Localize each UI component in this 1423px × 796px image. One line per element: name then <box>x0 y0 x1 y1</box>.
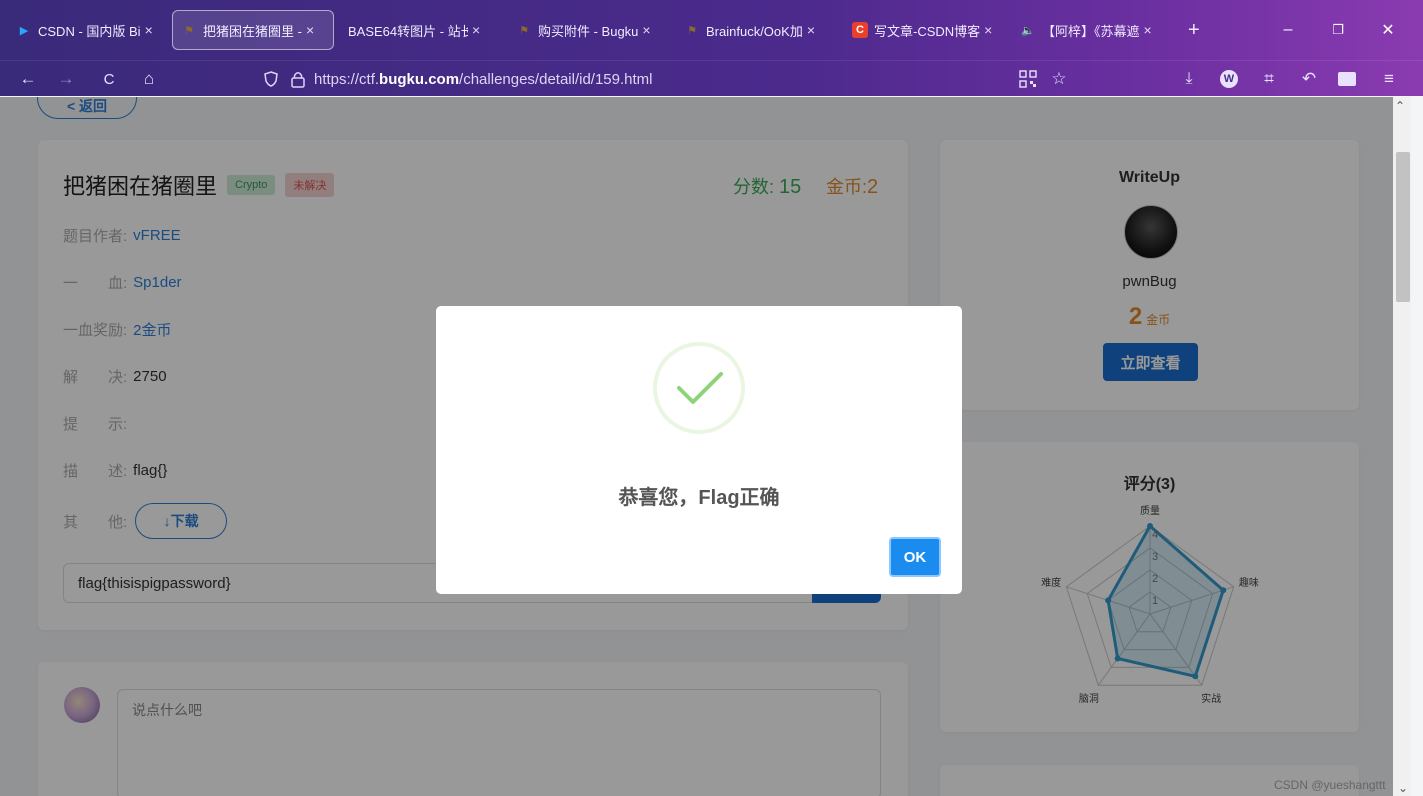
extension-w-icon[interactable]: W <box>1215 65 1243 93</box>
tab-label: 【阿梓】《苏幕遮 <box>1042 23 1140 39</box>
reload-icon[interactable]: C <box>95 65 123 93</box>
download-icon[interactable]: ⤓ <box>1175 65 1203 93</box>
flag-icon: ⚑ <box>184 24 194 37</box>
forward-arrow-icon[interactable]: → <box>52 65 80 93</box>
shield-icon[interactable] <box>262 70 280 88</box>
tab[interactable]: ⚑ 把猪困在猪圈里 - × <box>172 10 334 50</box>
tab-close-icon[interactable]: × <box>1144 22 1152 38</box>
scrollbar-thumb[interactable] <box>1396 152 1410 302</box>
qr-code-icon[interactable] <box>1019 70 1037 88</box>
tab-close-icon[interactable]: × <box>984 22 992 38</box>
tab-label: 购买附件 - Bugku <box>538 23 639 39</box>
flag-icon: ⚑ <box>687 24 697 37</box>
bing-icon: ▶ <box>19 24 29 37</box>
scroll-down-icon[interactable]: ⌄ <box>1398 781 1408 795</box>
undo-icon[interactable]: ↶ <box>1295 65 1323 93</box>
csdn-c-icon: C <box>852 22 868 38</box>
restore-button[interactable]: ❐ <box>1318 10 1358 50</box>
tab[interactable]: C 写文章-CSDN博客 × <box>844 10 1006 50</box>
bookmark-star-icon[interactable]: ☆ <box>1045 65 1073 93</box>
tab[interactable]: BASE64转图片 - 站长 × <box>340 10 502 50</box>
menu-icon[interactable]: ≡ <box>1375 65 1403 93</box>
tab-close-icon[interactable]: × <box>145 22 153 38</box>
scroll-up-icon[interactable]: ⌃ <box>1395 99 1405 113</box>
home-icon[interactable]: ⌂ <box>135 65 163 93</box>
dialog-message: 恭喜您，Flag正确 <box>618 487 780 509</box>
browser-tab-bar: ▶ CSDN - 国内版 Bi × ⚑ 把猪困在猪圈里 - × BASE64转图片 - 站长… <box>0 0 1423 60</box>
tab-label: Brainfuck/OoK加 <box>706 23 803 39</box>
tab-close-icon[interactable]: × <box>306 22 314 38</box>
ok-button[interactable]: OK <box>889 537 941 577</box>
tab[interactable]: ⚑ Brainfuck/OoK加 × <box>676 10 838 50</box>
crop-icon[interactable]: ⌗ <box>1255 65 1283 93</box>
tab-label: 写文章-CSDN博客 <box>874 23 981 39</box>
tab[interactable]: 🔈 【阿梓】《苏幕遮 × <box>1012 10 1172 50</box>
tab[interactable]: ⚑ 购买附件 - Bugku × <box>508 10 670 50</box>
flag-icon: ⚑ <box>519 24 529 37</box>
back-arrow-icon[interactable]: ← <box>14 65 42 93</box>
address-bar[interactable]: https://ctf. bugku.com/challenges/detail/… <box>262 64 1072 94</box>
extension-panel-icon[interactable] <box>1333 65 1361 93</box>
tab-close-icon[interactable]: × <box>642 22 650 38</box>
url-prefix: https://ctf. <box>314 70 380 88</box>
minimize-button[interactable]: – <box>1268 10 1308 50</box>
tab-close-icon[interactable]: × <box>472 22 480 38</box>
tab-label: BASE64转图片 - 站长 <box>348 23 468 39</box>
tab-close-icon[interactable]: × <box>807 22 815 38</box>
close-window-button[interactable]: ✕ <box>1368 10 1408 50</box>
success-dialog: 恭喜您，Flag正确 OK <box>436 306 962 594</box>
speaker-icon: 🔈 <box>1021 24 1035 37</box>
browser-nav-bar: ← → C ⌂ https://ctf. bugku.com/challenges… <box>0 60 1423 96</box>
url-path: /challenges/detail/id/159.html <box>459 70 653 88</box>
url-domain: bugku.com <box>379 70 460 88</box>
tab-label: 把猪困在猪圈里 - <box>203 23 302 39</box>
new-tab-button[interactable]: + <box>1180 10 1210 50</box>
lock-icon[interactable] <box>290 70 306 88</box>
success-check-icon <box>653 342 745 434</box>
tab-label: CSDN - 国内版 Bi <box>38 23 141 39</box>
tab[interactable]: ▶ CSDN - 国内版 Bi × <box>8 10 166 50</box>
